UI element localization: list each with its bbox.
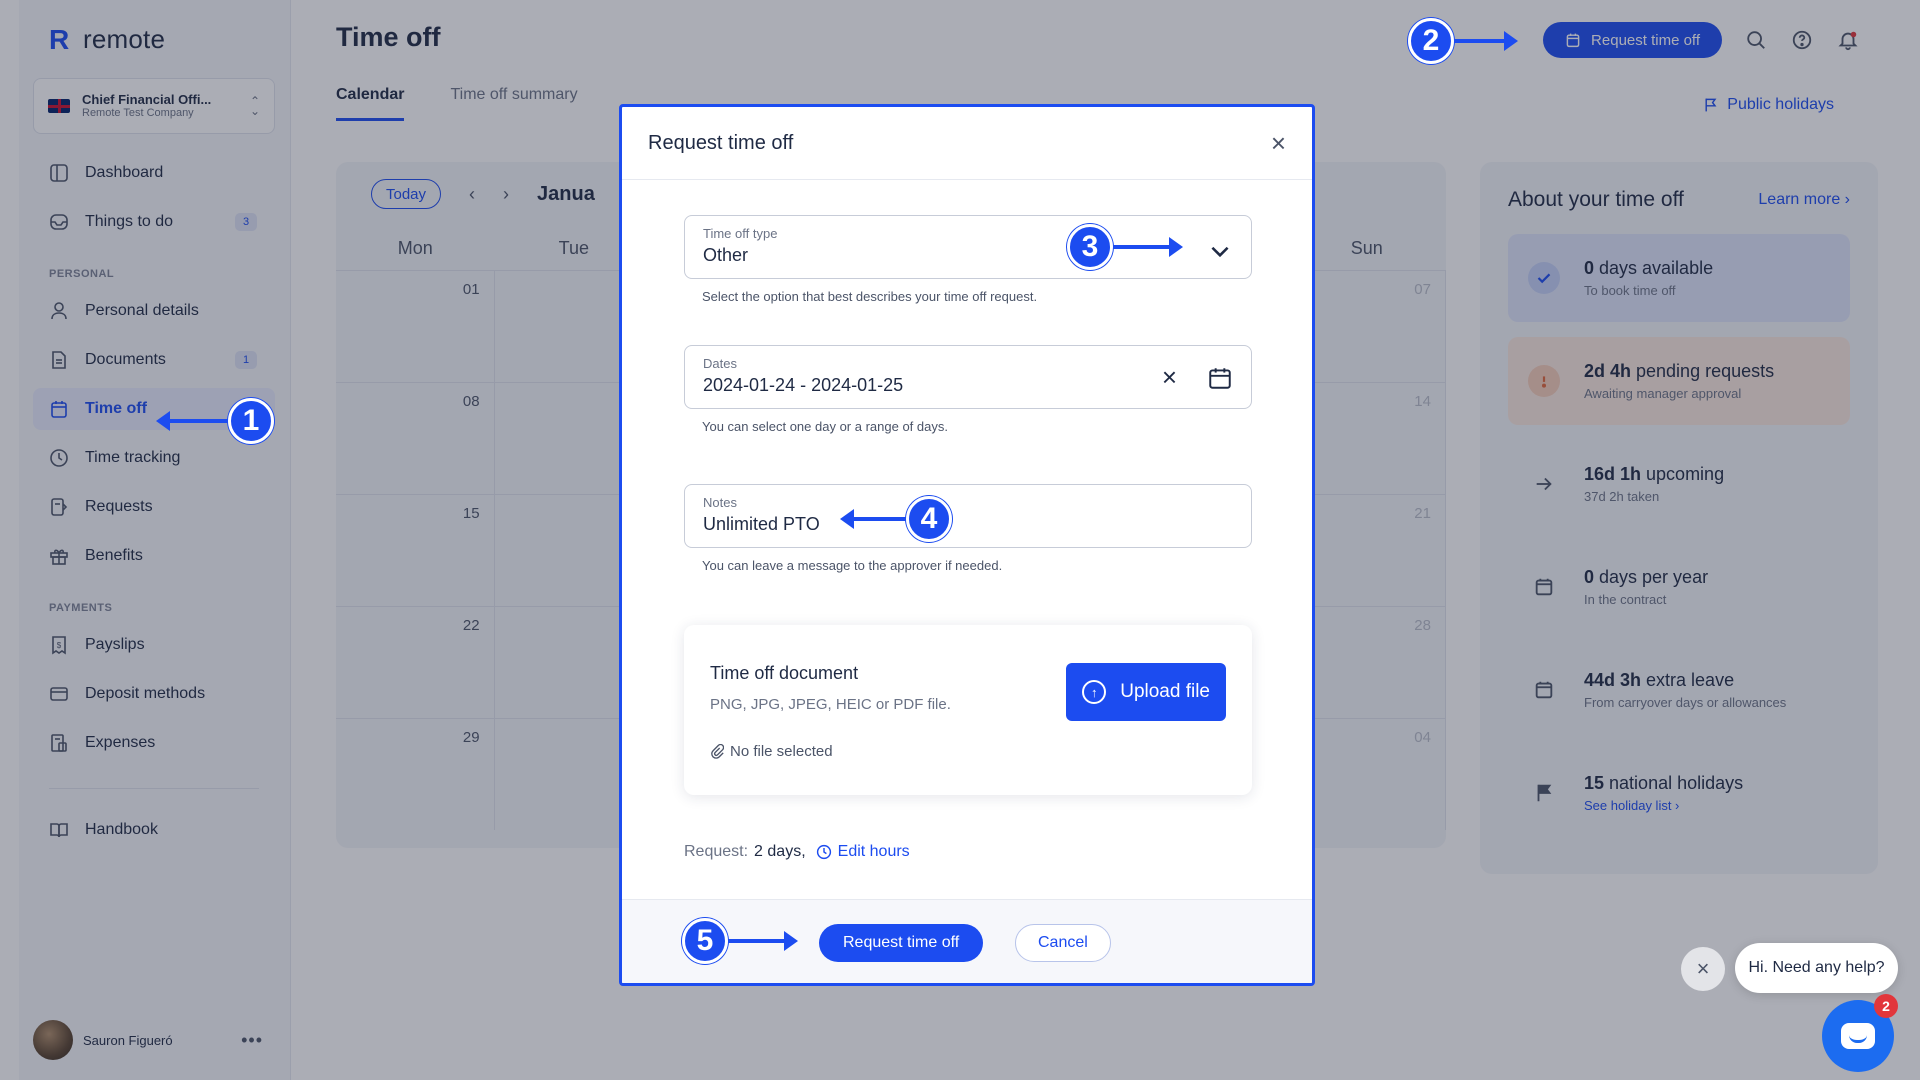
calendar-icon[interactable] xyxy=(1207,365,1233,391)
notes-group: Notes Unlimited PTO You can leave a mess… xyxy=(684,484,1252,573)
notes-input[interactable]: Notes Unlimited PTO xyxy=(684,484,1252,548)
step-marker-2: 2 xyxy=(1408,18,1518,64)
notes-value: Unlimited PTO xyxy=(703,514,820,534)
chat-greeting[interactable]: Hi. Need any help? xyxy=(1735,943,1898,993)
upload-file-button[interactable]: ↑ Upload file xyxy=(1066,663,1226,721)
helper-text: You can select one day or a range of day… xyxy=(702,419,948,434)
no-file-text: No file selected xyxy=(730,743,833,760)
close-icon[interactable]: × xyxy=(1271,130,1286,156)
clock-icon xyxy=(816,844,831,860)
paperclip-icon xyxy=(711,743,724,759)
dates-group: Dates 2024-01-24 - 2024-01-25 × You can … xyxy=(684,345,1252,434)
cancel-button[interactable]: Cancel xyxy=(1015,924,1111,962)
helper-text: You can leave a message to the approver … xyxy=(702,558,1003,573)
step-marker-5: 5 xyxy=(682,918,798,964)
arrow-left-icon xyxy=(156,411,228,431)
arrow-left-icon xyxy=(840,509,906,529)
chat-icon xyxy=(1841,1023,1875,1049)
helper-text: Select the option that best describes yo… xyxy=(702,289,1038,304)
chat-unread-badge: 2 xyxy=(1874,994,1898,1018)
request-time-off-modal: Request time off × Time off type Other S… xyxy=(619,104,1315,986)
arrow-right-icon xyxy=(1454,31,1518,51)
dates-value: 2024-01-24 - 2024-01-25 xyxy=(703,375,904,395)
modal-header: Request time off × xyxy=(622,107,1312,180)
button-label: Upload file xyxy=(1120,681,1210,702)
step-marker-4: 4 xyxy=(840,496,952,542)
time-off-document-card: Time off document PNG, JPG, JPEG, HEIC o… xyxy=(684,625,1252,795)
step-marker-1: 1 xyxy=(156,398,274,444)
arrow-right-icon xyxy=(728,931,798,951)
edit-hours-link[interactable]: Edit hours xyxy=(816,843,910,861)
chevron-down-icon xyxy=(1211,246,1229,258)
chat-close-icon[interactable]: × xyxy=(1681,947,1725,991)
submit-request-button[interactable]: Request time off xyxy=(819,924,984,962)
arrow-right-icon xyxy=(1113,237,1183,257)
dates-input[interactable]: Dates 2024-01-24 - 2024-01-25 × xyxy=(684,345,1252,409)
clear-icon[interactable]: × xyxy=(1162,362,1177,393)
request-summary: Request: 2 days, Edit hours xyxy=(684,843,910,861)
modal-title: Request time off xyxy=(648,131,794,154)
step-marker-3: 3 xyxy=(1067,224,1183,270)
request-duration: 2 days, xyxy=(754,843,806,860)
upload-icon: ↑ xyxy=(1082,680,1107,704)
